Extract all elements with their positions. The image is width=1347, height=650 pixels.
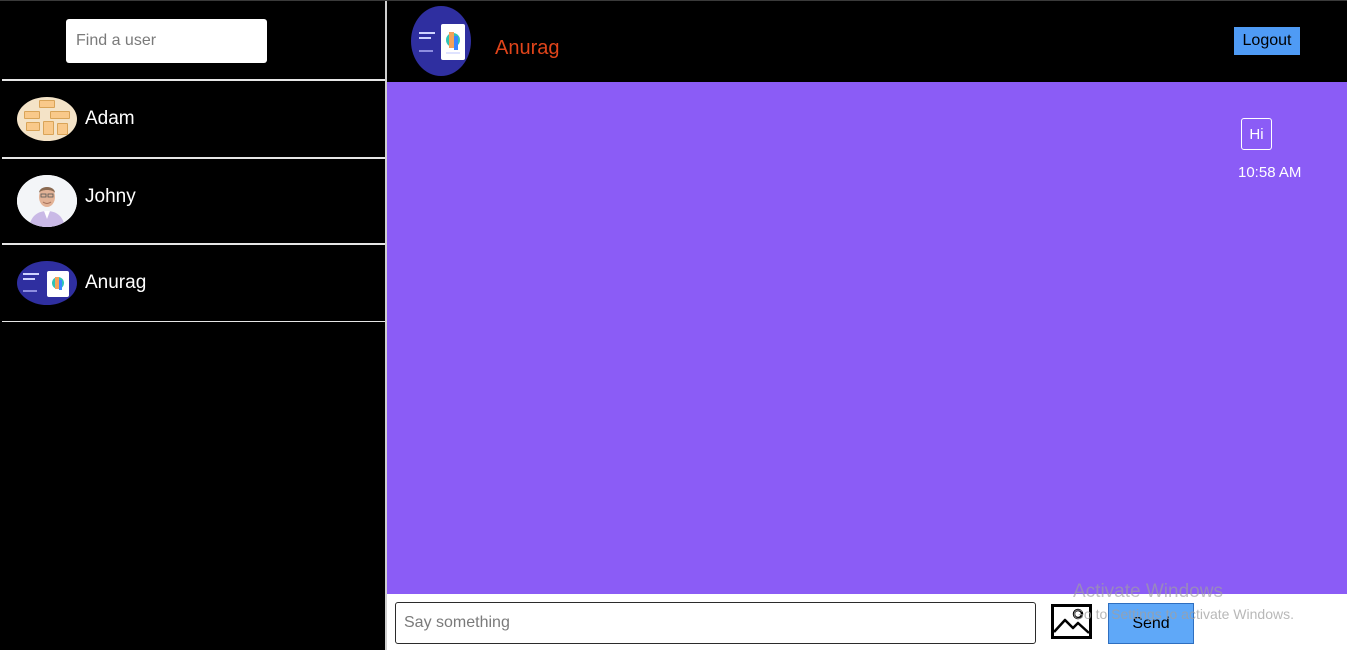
message-bubble: Hi	[1241, 118, 1272, 150]
sidebar-divider-line	[2, 321, 385, 322]
composer-border	[387, 593, 1347, 594]
chat-app: Adam Johny	[0, 0, 1347, 650]
user-list-item-anurag[interactable]: Anurag	[2, 245, 385, 321]
sidebar: Adam Johny	[0, 1, 385, 650]
avatar	[17, 97, 77, 141]
avatar	[17, 175, 77, 227]
message-text: Hi	[1249, 125, 1264, 143]
message-timestamp: 10:58 AM	[1238, 164, 1302, 181]
user-list-item-johny[interactable]: Johny	[2, 159, 385, 235]
message-area[interactable]: Hi 10:58 AM	[387, 82, 1347, 593]
chat-partner-name: Anurag	[495, 37, 560, 59]
image-icon[interactable]	[1051, 604, 1092, 639]
user-name: Anurag	[85, 272, 147, 293]
chat-header: Anurag Logout	[387, 1, 1347, 82]
message-composer: Activate Windows Send Go to Settings to …	[387, 581, 1347, 650]
message-input[interactable]	[396, 603, 1035, 643]
user-search-box[interactable]	[66, 19, 267, 63]
user-name: Adam	[85, 108, 135, 129]
avatar	[17, 261, 77, 305]
user-search-input[interactable]	[66, 19, 267, 63]
user-list-item-adam[interactable]: Adam	[2, 81, 385, 157]
user-name: Johny	[85, 186, 136, 207]
chat-partner-avatar	[411, 6, 471, 76]
logout-button[interactable]: Logout	[1234, 27, 1300, 55]
message-input-box[interactable]	[395, 602, 1036, 644]
send-button[interactable]: Send	[1108, 603, 1194, 644]
